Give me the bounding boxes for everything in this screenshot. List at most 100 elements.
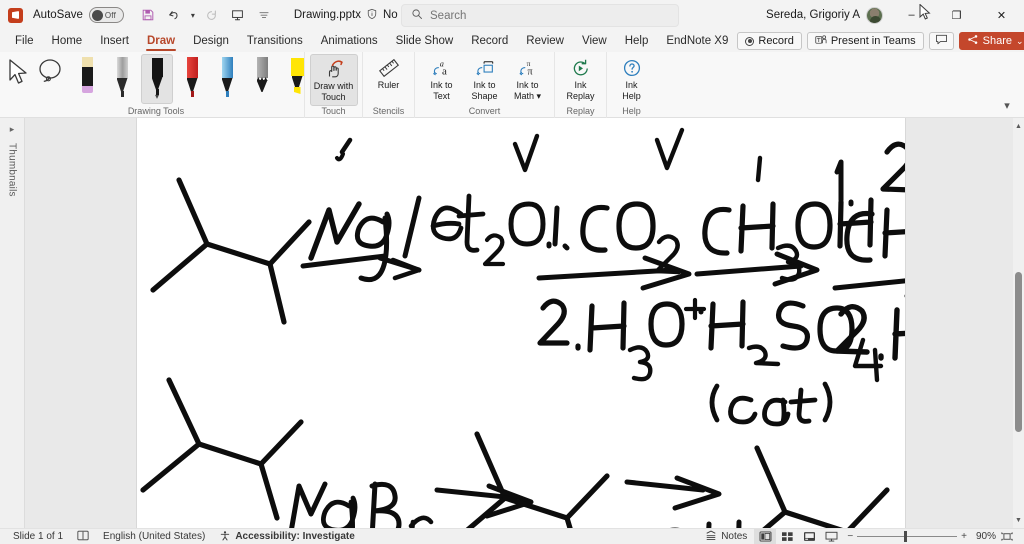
notes-icon xyxy=(705,530,717,544)
pencil-gray[interactable] xyxy=(246,54,278,104)
tab-help[interactable]: Help xyxy=(616,30,658,52)
eraser-tool[interactable] xyxy=(71,54,103,104)
select-tool[interactable] xyxy=(1,54,31,104)
pen-icon xyxy=(220,57,235,99)
ink-to-shape-icon xyxy=(474,57,496,79)
convert-items: aa Ink to Text Ink to Shape ππ Ink to Math … xyxy=(417,52,553,106)
zoom-value[interactable]: 90% xyxy=(972,531,996,542)
ink-help-button[interactable]: Ink Help xyxy=(611,54,653,104)
zoom-handle[interactable] xyxy=(904,531,908,542)
fit-slide-to-window-button[interactable] xyxy=(996,529,1018,544)
draw-with-touch-button[interactable]: Draw with Touch xyxy=(309,54,358,106)
scroll-up-arrow-icon[interactable]: ▲ xyxy=(1013,120,1024,132)
pen-black[interactable]: ▾ xyxy=(141,54,173,104)
record-button[interactable]: Record xyxy=(737,32,802,50)
slide-counter[interactable]: Slide 1 of 1 xyxy=(6,529,70,544)
share-label: Share xyxy=(982,35,1012,47)
svg-text:a: a xyxy=(442,65,447,77)
start-presentation-icon[interactable] xyxy=(226,4,250,26)
autosave-label: AutoSave xyxy=(33,9,83,21)
pen-icon xyxy=(150,58,165,95)
tab-home[interactable]: Home xyxy=(43,30,92,52)
thumbnail-pane[interactable]: ▸ Thumbnails xyxy=(0,118,25,528)
share-chevron-down-icon[interactable]: ⌄ xyxy=(1016,36,1024,47)
tab-animations[interactable]: Animations xyxy=(312,30,387,52)
ink-replay-icon xyxy=(570,57,592,79)
slide-sorter-view-button[interactable] xyxy=(776,529,798,544)
search-box[interactable] xyxy=(401,4,679,27)
share-icon xyxy=(967,34,979,48)
accessibility-icon xyxy=(219,530,231,544)
ribbon: ▾ Drawing Tools Draw with Touch Touch Ru… xyxy=(0,52,1024,118)
tab-file[interactable]: File xyxy=(6,30,43,52)
close-button[interactable]: ✕ xyxy=(979,0,1024,30)
zoom-in-button[interactable]: + xyxy=(961,531,967,542)
notes-page-button[interactable] xyxy=(70,529,96,544)
language-button[interactable]: English (United States) xyxy=(96,529,212,544)
ink-drawing-layer xyxy=(137,118,905,528)
lasso-icon xyxy=(36,57,66,94)
accessibility-label: Accessibility: Investigate xyxy=(235,531,355,542)
zoom-slider[interactable]: − + xyxy=(842,531,972,542)
powerpoint-icon[interactable] xyxy=(8,7,23,23)
ribbon-group-drawing-tools: ▾ Drawing Tools xyxy=(8,52,304,118)
reading-view-icon xyxy=(803,532,815,541)
ink-to-math-icon: ππ xyxy=(517,57,539,79)
ruler-button[interactable]: Ruler xyxy=(368,54,410,104)
redo-icon[interactable] xyxy=(200,4,224,26)
slide-surface[interactable] xyxy=(137,118,905,528)
pen-red[interactable] xyxy=(176,54,208,104)
minimize-button[interactable]: – xyxy=(889,0,934,30)
share-button[interactable]: Share ⌄ xyxy=(958,32,1024,50)
slide-show-icon xyxy=(825,531,838,542)
tab-view[interactable]: View xyxy=(573,30,616,52)
notes-page-icon xyxy=(77,530,89,544)
zoom-track[interactable] xyxy=(857,531,958,542)
autosave-toggle[interactable]: Off xyxy=(88,7,124,23)
tab-insert[interactable]: Insert xyxy=(91,30,138,52)
scroll-down-arrow-icon[interactable]: ▼ xyxy=(1013,514,1024,526)
tab-draw[interactable]: Draw xyxy=(138,30,184,52)
avatar[interactable] xyxy=(866,6,883,24)
tab-slide-show[interactable]: Slide Show xyxy=(387,30,463,52)
account-button[interactable]: Sereda, Grigoriy A xyxy=(766,6,889,24)
eraser-icon xyxy=(80,57,95,99)
search-input[interactable] xyxy=(430,9,669,22)
slide-show-button[interactable] xyxy=(820,529,842,544)
customize-quick-access-toolbar-icon[interactable] xyxy=(252,4,276,26)
ink-replay-button[interactable]: Ink Replay xyxy=(560,54,602,104)
tab-transitions[interactable]: Transitions xyxy=(238,30,312,52)
reading-view-button[interactable] xyxy=(798,529,820,544)
pen-silver[interactable] xyxy=(106,54,138,104)
ink-to-text-button[interactable]: aa Ink to Text xyxy=(421,54,463,104)
ink-to-math-label: Ink to Math ▾ xyxy=(513,80,542,101)
slide-canvas-area[interactable]: ▲ ▼ xyxy=(25,118,1024,528)
comments-button[interactable] xyxy=(928,32,954,50)
tab-review[interactable]: Review xyxy=(517,30,573,52)
tab-endnote[interactable]: EndNote X9 xyxy=(657,30,737,52)
vertical-scrollbar[interactable]: ▲ ▼ xyxy=(1013,118,1024,528)
present-in-teams-button[interactable]: Present in Teams xyxy=(806,32,924,50)
ink-to-text-label: Ink to Text xyxy=(430,80,453,101)
work-area: ▸ Thumbnails ▲ ▼ xyxy=(0,118,1024,528)
accessibility-button[interactable]: Accessibility: Investigate xyxy=(212,529,362,544)
ink-to-shape-button[interactable]: Ink to Shape xyxy=(464,54,506,104)
collapse-ribbon-chevron-icon[interactable]: ▾ xyxy=(998,97,1016,113)
save-icon[interactable] xyxy=(136,4,160,26)
normal-view-button[interactable] xyxy=(754,528,777,544)
file-name: Drawing.pptx xyxy=(293,9,361,21)
restore-button[interactable]: ❐ xyxy=(934,0,979,30)
undo-dropdown-chevron-icon[interactable]: ▾ xyxy=(188,4,198,26)
tab-design[interactable]: Design xyxy=(184,30,238,52)
undo-icon[interactable] xyxy=(162,4,186,26)
scrollbar-thumb[interactable] xyxy=(1015,272,1022,432)
lasso-select-tool[interactable] xyxy=(34,54,68,104)
ink-to-math-button[interactable]: ππ Ink to Math ▾ xyxy=(507,54,549,104)
ink-to-shape-label: Ink to Shape xyxy=(471,80,498,101)
ink-replay-label: Ink Replay xyxy=(566,80,595,101)
chevron-right-icon[interactable]: ▸ xyxy=(10,124,15,135)
tab-record[interactable]: Record xyxy=(462,30,517,52)
notes-button[interactable]: Notes xyxy=(698,529,754,544)
zoom-out-button[interactable]: − xyxy=(847,531,853,542)
pen-blue[interactable] xyxy=(211,54,243,104)
